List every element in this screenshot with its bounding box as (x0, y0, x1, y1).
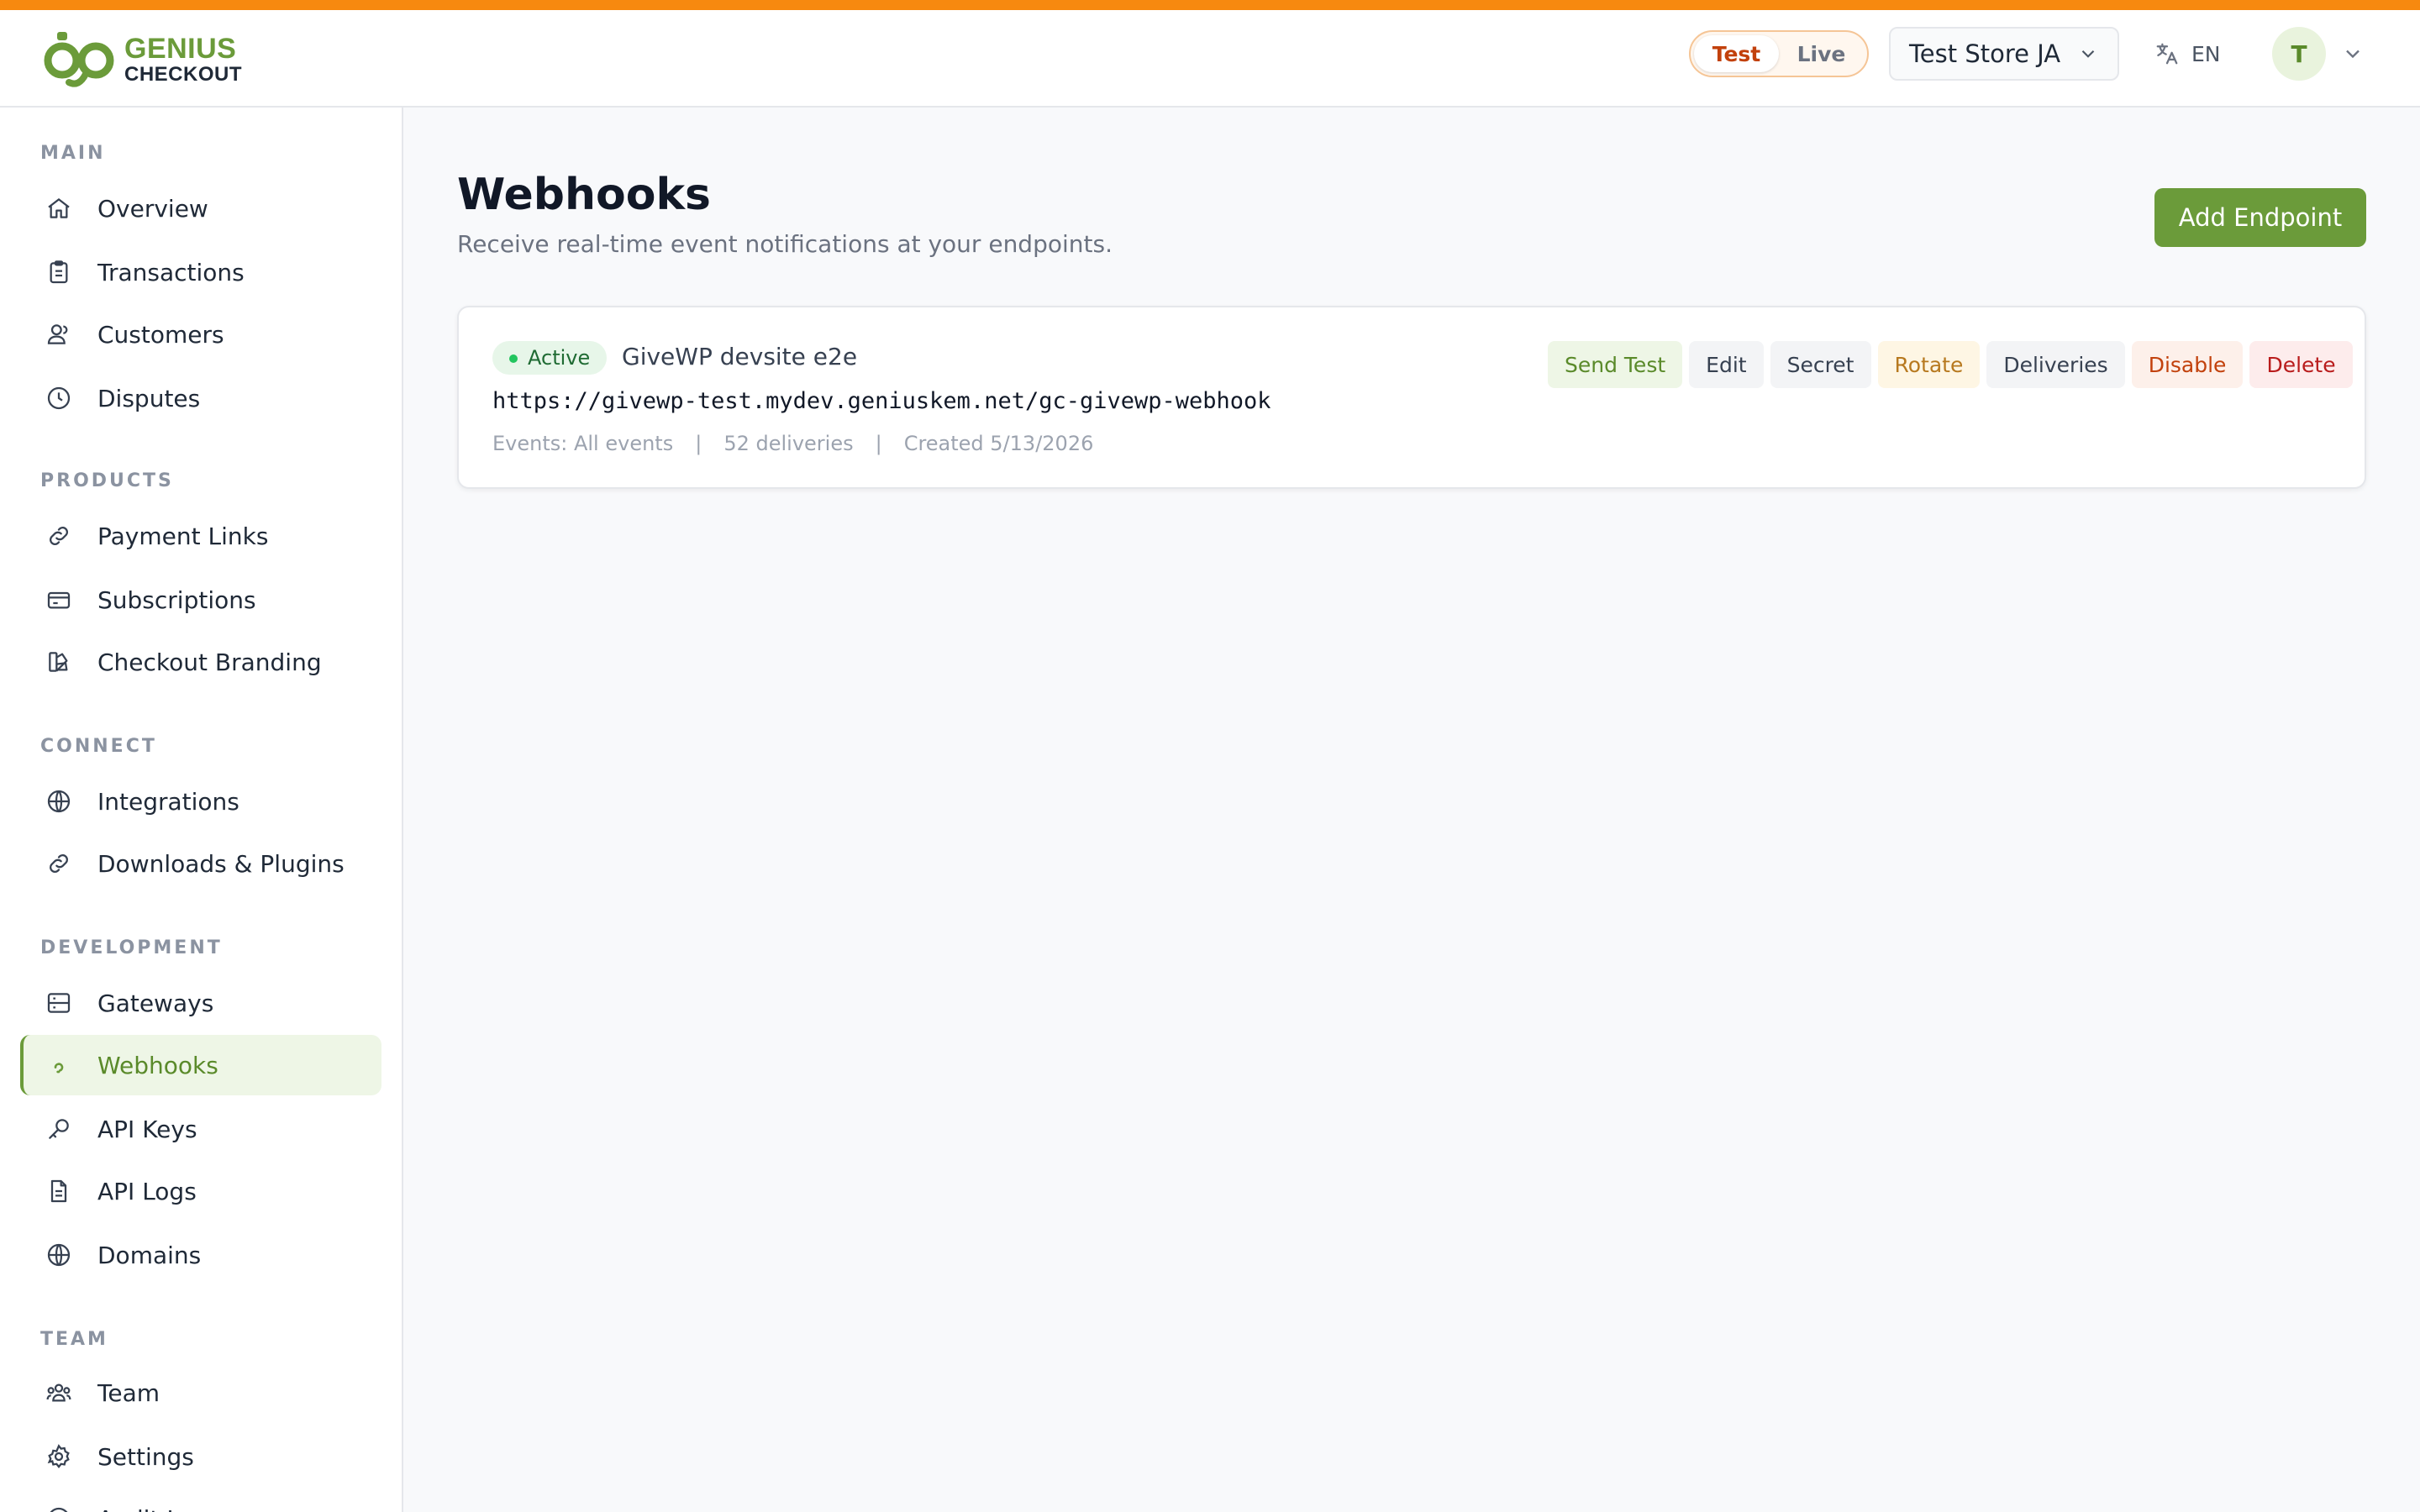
logo-name-bottom: CHECKOUT (124, 63, 242, 86)
status-badge: Active (492, 341, 608, 375)
delete-button[interactable]: Delete (2249, 341, 2353, 388)
sidebar-item-transactions[interactable]: Transactions (20, 242, 381, 302)
webhook-icon (44, 1050, 74, 1080)
home-icon (44, 193, 74, 223)
top-bar: GENIUS CHECKOUT Test Live Test Store JA … (0, 10, 2420, 108)
sidebar-item-label: Gateways (97, 989, 214, 1017)
page-subtitle: Receive real-time event notifications at… (457, 230, 1113, 258)
mode-test-button[interactable]: Test (1694, 35, 1779, 72)
webhook-endpoint-card: Active GiveWP devsite e2e https://givewp… (457, 306, 2366, 489)
sidebar-item-subscriptions[interactable]: Subscriptions (20, 570, 381, 630)
chevron-down-icon (2081, 50, 2095, 58)
server-icon (44, 988, 74, 1018)
sidebar-item-label: Domains (97, 1241, 202, 1269)
endpoint-created-date: Created 5/13/2026 (903, 432, 1094, 455)
meta-separator: | (695, 432, 702, 455)
section-title-team: TEAM (40, 1329, 108, 1350)
endpoint-deliveries-count: 52 deliveries (723, 432, 854, 455)
main-content: Webhooks Receive real-time event notific… (403, 108, 2420, 1512)
card-icon (44, 585, 74, 615)
globe-icon (44, 786, 74, 816)
sidebar-item-label: Overview (97, 194, 208, 223)
status-label: Active (528, 346, 591, 370)
store-select[interactable]: Test Store JA (1889, 27, 2119, 81)
key-icon (44, 1114, 74, 1144)
sidebar-item-integrations[interactable]: Integrations (20, 771, 381, 832)
sidebar-item-customers[interactable]: Customers (20, 304, 381, 365)
send-test-button[interactable]: Send Test (1548, 341, 1683, 388)
mode-live-button[interactable]: Live (1779, 35, 1864, 72)
sidebar-item-downloads-plugins[interactable]: Downloads & Plugins (20, 833, 381, 894)
page-title: Webhooks (457, 170, 711, 220)
sidebar-item-label: API Logs (97, 1177, 197, 1205)
rotate-button[interactable]: Rotate (1877, 341, 1981, 388)
store-select-value: Test Store JA (1909, 39, 2061, 68)
sidebar-item-label: Audit Log (97, 1505, 208, 1512)
sidebar-item-label: API Keys (97, 1115, 197, 1143)
endpoint-actions: Send Test Edit Secret Rotate Deliveries … (1548, 341, 2353, 388)
sidebar-item-label: Integrations (97, 787, 239, 816)
sidebar-item-webhooks[interactable]: Webhooks (20, 1035, 381, 1095)
sidebar-item-settings[interactable]: Settings (20, 1426, 381, 1487)
logo[interactable]: GENIUS CHECKOUT (40, 27, 242, 92)
sidebar-item-label: Customers (97, 320, 224, 349)
section-title-main: MAIN (40, 143, 106, 164)
logo-mark-icon (44, 32, 114, 87)
sidebar-item-disputes[interactable]: Disputes (20, 368, 381, 428)
endpoint-name: GiveWP devsite e2e (622, 343, 858, 370)
sidebar-item-label: Disputes (97, 384, 201, 412)
sidebar-item-api-logs[interactable]: API Logs (20, 1161, 381, 1221)
disable-button[interactable]: Disable (2131, 341, 2244, 388)
sidebar-item-overview[interactable]: Overview (20, 178, 381, 239)
sidebar-item-label: Payment Links (97, 522, 269, 550)
top-accent-stripe (0, 0, 2420, 10)
meta-separator: | (875, 432, 882, 455)
sidebar-item-label: Downloads & Plugins (97, 849, 345, 878)
audit-icon (44, 1504, 74, 1512)
globe-icon (44, 1240, 74, 1270)
sidebar-item-label: Team (97, 1378, 160, 1407)
edit-button[interactable]: Edit (1689, 341, 1764, 388)
sidebar-item-checkout-branding[interactable]: Checkout Branding (20, 632, 381, 692)
sidebar-item-team[interactable]: Team (20, 1362, 381, 1423)
document-icon (44, 1176, 74, 1206)
sidebar-item-label: Subscriptions (97, 585, 256, 614)
secret-button[interactable]: Secret (1770, 341, 1871, 388)
clipboard-icon (44, 257, 74, 287)
endpoint-url: https://givewp-test.mydev.geniuskem.net/… (492, 388, 1271, 414)
sidebar-item-label: Transactions (97, 258, 245, 286)
sidebar-item-domains[interactable]: Domains (20, 1225, 381, 1285)
clock-icon (44, 383, 74, 413)
sidebar: MAIN Overview Transactions Customers Dis… (0, 108, 403, 1512)
users-icon (44, 319, 74, 349)
section-title-connect: CONNECT (40, 736, 157, 757)
add-endpoint-button[interactable]: Add Endpoint (2154, 188, 2366, 247)
sidebar-item-audit-log[interactable]: Audit Log (20, 1488, 381, 1512)
chevron-down-icon[interactable] (2341, 42, 2365, 66)
link-icon (44, 848, 74, 879)
avatar[interactable]: T (2272, 27, 2326, 81)
language-label: EN (2191, 41, 2221, 66)
palette-icon (44, 647, 74, 677)
team-icon (44, 1378, 74, 1408)
mode-toggle: Test Live (1689, 30, 1869, 77)
logo-name-top: GENIUS (124, 33, 237, 65)
sidebar-item-gateways[interactable]: Gateways (20, 973, 381, 1033)
sidebar-item-api-keys[interactable]: API Keys (20, 1099, 381, 1159)
deliveries-button[interactable]: Deliveries (1986, 341, 2125, 388)
section-title-products: PRODUCTS (40, 470, 174, 491)
sidebar-item-payment-links[interactable]: Payment Links (20, 506, 381, 566)
link-icon (44, 521, 74, 551)
endpoint-events: Events: All events (492, 432, 674, 455)
translate-icon (2156, 43, 2178, 65)
gear-icon (44, 1441, 74, 1472)
status-dot-icon (509, 354, 518, 363)
endpoint-meta: Events: All events | 52 deliveries | Cre… (492, 432, 1093, 455)
sidebar-item-label: Checkout Branding (97, 648, 322, 676)
language-switcher[interactable]: EN (2154, 35, 2221, 72)
sidebar-item-label: Webhooks (97, 1051, 218, 1079)
sidebar-item-label: Settings (97, 1442, 194, 1471)
section-title-development: DEVELOPMENT (40, 937, 223, 958)
